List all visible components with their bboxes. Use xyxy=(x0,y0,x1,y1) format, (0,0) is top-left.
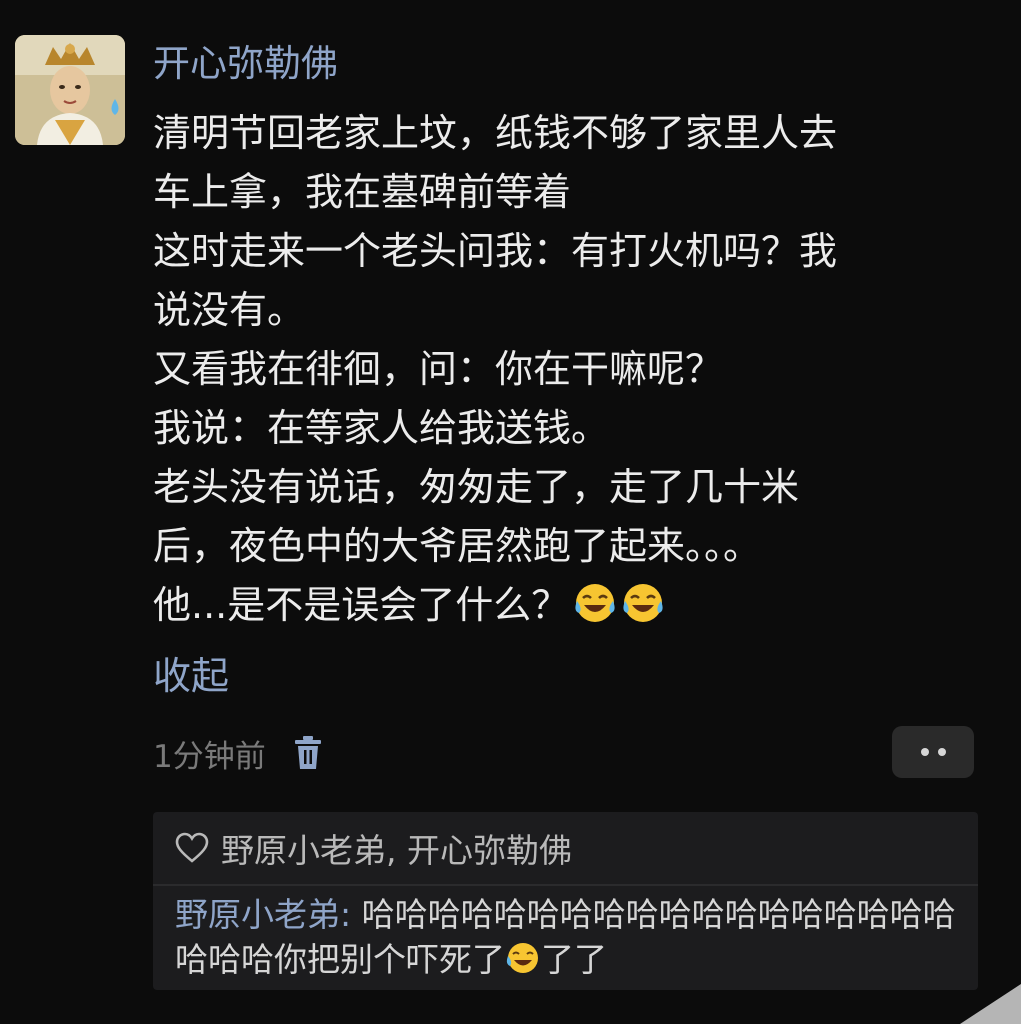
post-line: 老头没有说话，匆匆走了，走了几十米 xyxy=(153,465,800,509)
post-line: 车上拿，我在墓碑前等着 xyxy=(153,170,572,214)
comment-author[interactable]: 野原小老弟: xyxy=(175,895,351,934)
crying-laughing-emoji xyxy=(623,584,663,622)
post-meta: 1分钟前 xyxy=(153,728,324,778)
crying-laughing-emoji xyxy=(575,584,615,622)
likes-comments-panel: 野原小老弟, 开心弥勒佛 野原小老弟: 哈哈哈哈哈哈哈哈哈哈哈哈哈哈哈哈哈哈哈哈… xyxy=(153,812,978,990)
likes-names[interactable]: 野原小老弟, 开心弥勒佛 xyxy=(221,824,572,872)
post-content: 清明节回老家上坟，纸钱不够了家里人去 车上拿，我在墓碑前等着 这时走来一个老头问… xyxy=(153,104,983,635)
post-line: 后，夜色中的大爷居然跑了起来。。。 xyxy=(153,524,762,568)
divider xyxy=(153,884,978,886)
post-author-name[interactable]: 开心弥勒佛 xyxy=(153,38,338,90)
avatar[interactable] xyxy=(15,35,125,145)
collapse-link[interactable]: 收起 xyxy=(153,648,229,704)
post-line-text: 他...是不是误会了什么？ xyxy=(153,583,570,627)
post-line: 这时走来一个老头问我：有打火机吗？我 xyxy=(153,229,838,273)
corner-decoration xyxy=(960,984,1021,1024)
crying-laughing-emoji xyxy=(506,943,538,973)
more-dots-icon xyxy=(920,748,929,756)
trash-icon[interactable] xyxy=(292,735,324,771)
comment-item[interactable]: 野原小老弟: 哈哈哈哈哈哈哈哈哈哈哈哈哈哈哈哈哈哈哈哈哈你把别个吓死了 了了 xyxy=(175,892,965,982)
post-line: 我说：在等家人给我送钱。 xyxy=(153,406,610,450)
avatar-image xyxy=(15,35,125,145)
heart-icon[interactable] xyxy=(175,832,209,864)
post-timestamp: 1分钟前 xyxy=(153,738,266,775)
post-line: 说没有。 xyxy=(153,288,306,332)
more-dots-icon xyxy=(937,748,946,756)
post-line: 又看我在徘徊，问：你在干嘛呢？ xyxy=(153,347,724,391)
more-options-button[interactable] xyxy=(892,726,974,778)
post-line-last: 他...是不是误会了什么？ xyxy=(153,576,983,635)
likes-row: 野原小老弟, 开心弥勒佛 xyxy=(175,822,572,874)
post-line: 清明节回老家上坟，纸钱不够了家里人去 xyxy=(153,111,838,155)
comment-text-tail: 了了 xyxy=(541,940,607,979)
